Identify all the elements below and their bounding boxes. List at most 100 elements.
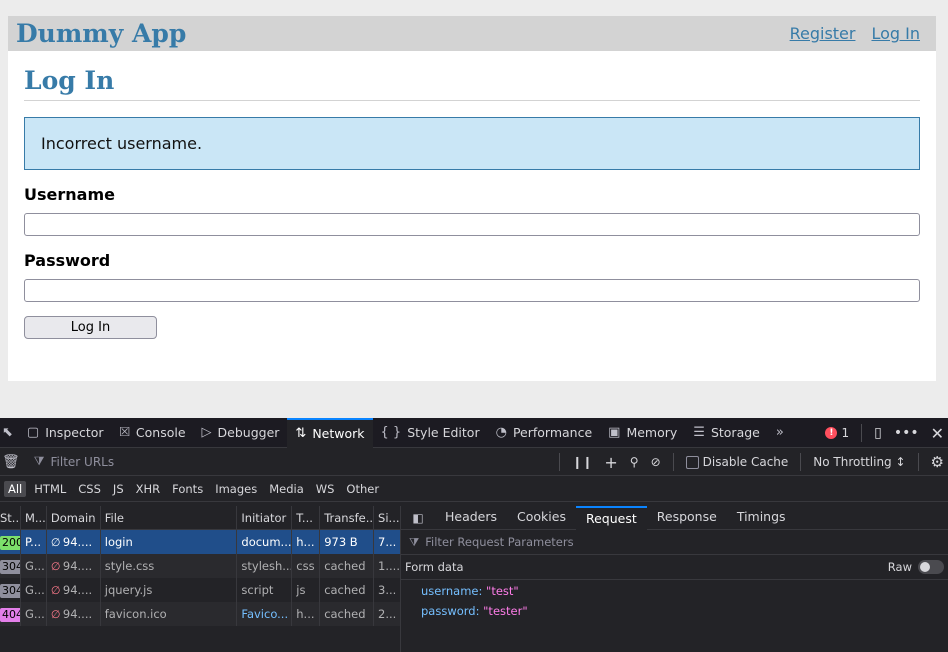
domain-cell: ∅ 94....	[47, 530, 101, 554]
responsive-mode-icon[interactable]: ▯	[874, 425, 882, 441]
column-transferred[interactable]: Transfe...	[320, 506, 375, 530]
param-key: username:	[421, 584, 483, 598]
login-submit-button[interactable]: Log In	[24, 316, 157, 339]
filter-all[interactable]: All	[4, 480, 27, 497]
filter-xhr[interactable]: XHR	[132, 481, 165, 497]
throttling-select[interactable]: No Throttling ↕	[813, 455, 905, 469]
error-icon: !	[825, 427, 838, 439]
method-cell: G...	[21, 554, 47, 578]
tab-label: Console	[135, 425, 186, 440]
column-size[interactable]: Si...	[374, 506, 400, 530]
method-cell: P...	[21, 530, 47, 554]
page-title: Log In	[24, 51, 920, 101]
divider	[861, 424, 863, 442]
tab-style-editor[interactable]: { } Style Editor	[373, 418, 488, 448]
chip-icon: ▣	[608, 425, 621, 440]
column-type[interactable]: T...	[292, 506, 321, 530]
divider	[559, 453, 561, 471]
table-header: St... M... Domain File Initiator T... Tr…	[0, 506, 400, 530]
search-icon[interactable]: ⚲	[630, 455, 639, 469]
table-row[interactable]: 304 G... ∅ 94.... jquery.js script js cac…	[0, 578, 400, 602]
type-filter-bar: All HTML CSS JS XHR Fonts Images Media W…	[0, 476, 948, 502]
login-link[interactable]: Log In	[871, 24, 920, 43]
error-count: 1	[841, 426, 850, 440]
table-row[interactable]: 304 G... ∅ 94.... style.css stylesh... cs…	[0, 554, 400, 578]
tab-memory[interactable]: ▣ Memory	[600, 418, 685, 448]
initiator-cell: script	[237, 578, 293, 602]
error-badge[interactable]: ! 1	[825, 426, 849, 440]
transferred-cell: cached	[320, 554, 375, 578]
toggle-sidebar-button[interactable]: ◧	[401, 506, 435, 530]
param-value: "test"	[486, 584, 519, 598]
app-nav: Register Log In	[790, 24, 920, 43]
column-domain[interactable]: Domain	[47, 506, 101, 530]
tab-debugger[interactable]: ▷ Debugger	[194, 418, 288, 448]
tab-label: Memory	[626, 425, 678, 440]
form-param: password: "tester"	[401, 600, 948, 620]
filter-fonts[interactable]: Fonts	[168, 481, 207, 497]
gear-icon[interactable]: ⚙	[931, 453, 944, 471]
filter-js[interactable]: JS	[109, 481, 128, 497]
transferred-cell: cached	[320, 578, 375, 602]
initiator-cell[interactable]: Favico...	[237, 602, 293, 626]
filter-other[interactable]: Other	[342, 481, 383, 497]
domain-text: 94....	[62, 583, 93, 597]
network-icon: ⇅	[295, 426, 307, 441]
disable-cache-checkbox[interactable]: Disable Cache	[685, 455, 788, 469]
column-file[interactable]: File	[101, 506, 238, 530]
filter-images[interactable]: Images	[211, 481, 261, 497]
filter-ws[interactable]: WS	[312, 481, 339, 497]
close-icon[interactable]: ✕	[931, 424, 944, 443]
element-picker-button[interactable]: ⬉	[0, 418, 19, 448]
block-icon[interactable]: ⊘	[651, 455, 661, 469]
request-params-filter[interactable]: ⧩ Filter Request Parameters	[401, 530, 948, 555]
checkbox-box	[685, 455, 699, 469]
tab-console[interactable]: ⮽ Console	[112, 418, 194, 448]
pause-icon[interactable]: ❙❙	[572, 455, 592, 469]
domain-text: 94....	[62, 607, 93, 621]
plus-icon[interactable]: +	[604, 453, 617, 472]
type-cell: h...	[292, 530, 321, 554]
more-tabs-button[interactable]: »	[768, 418, 792, 448]
tab-storage[interactable]: ☰ Storage	[685, 418, 768, 448]
status-cell: 304	[0, 554, 21, 578]
devtools-tabbar: ⬉ ▢ Inspector ⮽ Console ▷ Debugger ⇅ Net…	[0, 417, 948, 448]
size-cell: 2...	[378, 607, 397, 621]
tab-headers[interactable]: Headers	[435, 506, 507, 530]
password-field[interactable]	[24, 279, 920, 302]
register-link[interactable]: Register	[790, 24, 856, 43]
tab-request[interactable]: Request	[575, 505, 647, 530]
more-options-icon[interactable]: •••	[894, 425, 919, 441]
filter-urls-input[interactable]: ⧩ Filter URLs	[30, 454, 620, 469]
domain-cell: ∅ 94....	[47, 578, 101, 602]
tab-inspector[interactable]: ▢ Inspector	[19, 418, 112, 448]
status-badge: 304	[0, 560, 20, 574]
insecure-lock-icon: ∅	[50, 536, 61, 549]
tab-network[interactable]: ⇅ Network	[287, 417, 373, 448]
filter-css[interactable]: CSS	[74, 481, 105, 497]
size-cell: 7...	[378, 535, 397, 549]
flash-message: Incorrect username.	[24, 117, 920, 170]
filter-html[interactable]: HTML	[30, 481, 70, 497]
tab-performance[interactable]: ◔ Performance	[488, 418, 601, 448]
insecure-lock-icon: ∅	[50, 584, 61, 597]
password-label: Password	[24, 251, 111, 270]
trash-icon[interactable]: 🗑	[0, 454, 20, 470]
inspector-icon: ▢	[26, 425, 40, 440]
tab-timings[interactable]: Timings	[727, 506, 796, 530]
raw-toggle[interactable]: Raw	[888, 560, 944, 574]
tab-cookies[interactable]: Cookies	[507, 506, 576, 530]
status-cell: 304	[0, 578, 21, 602]
column-status[interactable]: St...	[0, 506, 21, 530]
toolbar-actions: ❙❙ + ⚲ ⊘ Disable Cache No Throttling ↕ ⚙	[559, 448, 944, 476]
divider	[917, 453, 919, 471]
username-field[interactable]	[24, 213, 920, 236]
type-cell: js	[292, 578, 321, 602]
tab-response[interactable]: Response	[647, 506, 727, 530]
column-initiator[interactable]: Initiator	[237, 506, 293, 530]
table-row[interactable]: 200 P... ∅ 94.... login docum... h... 973…	[0, 530, 400, 554]
filter-media[interactable]: Media	[265, 481, 308, 497]
insecure-lock-icon: ∅	[50, 560, 61, 573]
table-row[interactable]: 404 G... ∅ 94.... favicon.ico Favico... h…	[0, 602, 400, 626]
column-method[interactable]: M...	[21, 506, 47, 530]
